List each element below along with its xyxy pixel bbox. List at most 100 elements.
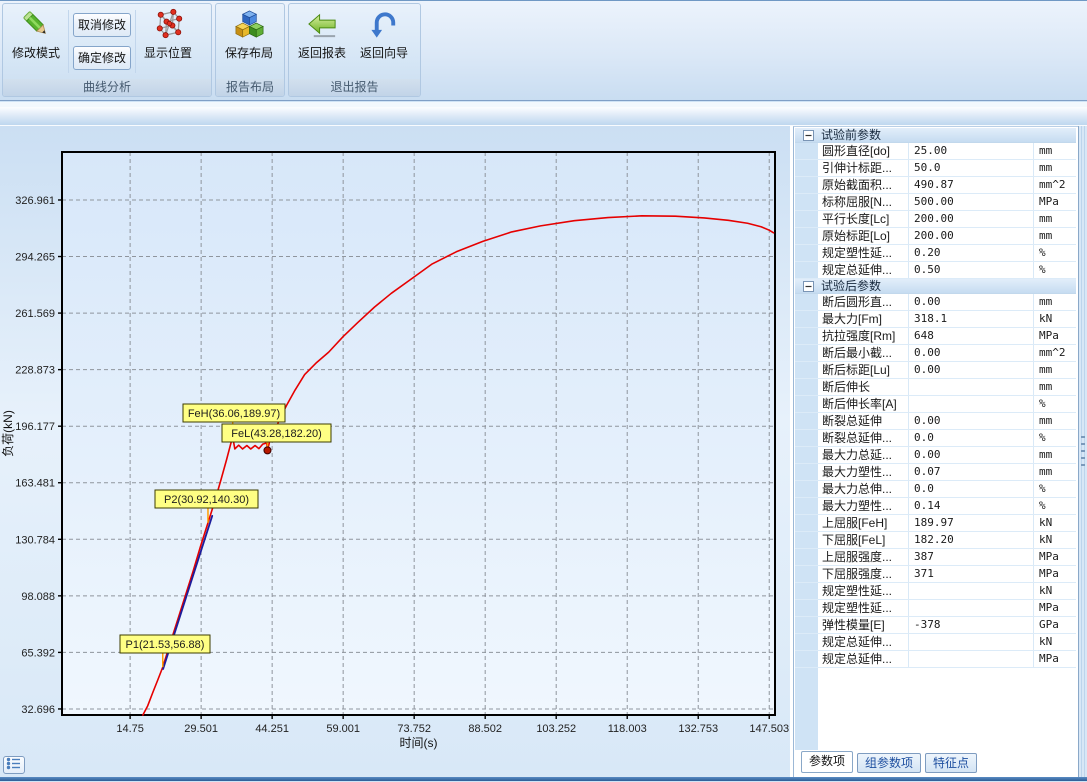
x-tick-label: 103.252 xyxy=(536,723,576,735)
param-label: 下屈服强度... xyxy=(819,566,909,582)
y-tick-label: 130.784 xyxy=(15,534,55,546)
param-label: 圆形直径[do] xyxy=(819,143,909,159)
param-row[interactable]: 规定总延伸...MPa xyxy=(795,651,1076,668)
param-value: 0.0 xyxy=(909,481,1034,497)
param-label: 最大力总伸... xyxy=(819,481,909,497)
param-unit: MPa xyxy=(1034,194,1076,210)
param-row[interactable]: 平行长度[Lc]200.00mm xyxy=(795,211,1076,228)
cancel-modify-button[interactable]: 取消修改 xyxy=(73,13,131,37)
param-gutter xyxy=(795,194,819,210)
param-row[interactable]: 上屈服[FeH]189.97kN xyxy=(795,515,1076,532)
param-unit: mm xyxy=(1034,464,1076,480)
param-gutter xyxy=(795,447,819,463)
param-unit: mm xyxy=(1034,211,1076,227)
param-label: 最大力塑性... xyxy=(819,464,909,480)
x-tick-label: 88.502 xyxy=(468,723,502,735)
param-value: 0.00 xyxy=(909,294,1034,310)
param-unit: mm xyxy=(1034,413,1076,429)
right-splitter[interactable] xyxy=(1078,126,1087,777)
param-row[interactable]: 最大力[Fm]318.1kN xyxy=(795,311,1076,328)
save-layout-button[interactable]: 保存布局 xyxy=(218,5,280,78)
param-row[interactable]: 下屈服强度...371MPa xyxy=(795,566,1076,583)
y-tick-label: 196.177 xyxy=(15,421,55,433)
ribbon-group-body: 保存布局 xyxy=(216,4,284,79)
param-value: 182.20 xyxy=(909,532,1034,548)
collapse-minus-icon[interactable] xyxy=(803,130,814,141)
modify-mode-button[interactable]: 修改模式 xyxy=(5,5,67,78)
param-row[interactable]: 断后圆形直...0.00mm xyxy=(795,294,1076,311)
y-tick-label: 326.961 xyxy=(15,195,55,207)
param-row[interactable]: 引伸计标距...50.0mm xyxy=(795,160,1076,177)
ribbon-group-report-layout: 保存布局 报告布局 xyxy=(215,3,285,97)
ribbon-toolbar: 修改模式 取消修改 确定修改 xyxy=(0,1,1087,101)
collapse-minus-icon[interactable] xyxy=(803,281,814,292)
param-row[interactable]: 上屈服强度...387MPa xyxy=(795,549,1076,566)
param-unit: kN xyxy=(1034,532,1076,548)
param-label: 规定塑性延... xyxy=(819,583,909,599)
param-unit: % xyxy=(1034,396,1076,412)
param-row[interactable]: 断后伸长mm xyxy=(795,379,1076,396)
param-value: 0.00 xyxy=(909,345,1034,361)
param-row[interactable]: 下屈服[FeL]182.20kN xyxy=(795,532,1076,549)
chart-panel: 32.69665.39298.088130.784163.481196.1772… xyxy=(0,126,790,777)
param-row[interactable]: 规定塑性延...kN xyxy=(795,583,1076,600)
panel-list-toggle-button[interactable] xyxy=(3,756,25,774)
param-row[interactable]: 规定塑性延...0.20% xyxy=(795,245,1076,262)
param-row[interactable]: 抗拉强度[Rm]648MPa xyxy=(795,328,1076,345)
param-gutter xyxy=(795,600,819,616)
y-tick-label: 163.481 xyxy=(15,478,55,490)
param-gutter xyxy=(795,515,819,531)
param-value: 0.20 xyxy=(909,245,1034,261)
param-unit: kN xyxy=(1034,515,1076,531)
param-row[interactable]: 最大力总延...0.00mm xyxy=(795,447,1076,464)
param-label: 上屈服强度... xyxy=(819,549,909,565)
param-unit: % xyxy=(1034,498,1076,514)
param-row[interactable]: 断后伸长率[A]% xyxy=(795,396,1076,413)
param-row[interactable]: 原始截面积...490.87mm^2 xyxy=(795,177,1076,194)
return-wizard-button[interactable]: 返回向导 xyxy=(353,5,415,78)
section-header[interactable]: 试验前参数 xyxy=(795,128,1076,143)
param-value: 500.00 xyxy=(909,194,1034,210)
modify-mode-label: 修改模式 xyxy=(12,44,60,61)
param-row[interactable]: 规定塑性延...MPa xyxy=(795,600,1076,617)
load-time-chart: 32.69665.39298.088130.784163.481196.1772… xyxy=(0,126,790,777)
param-row[interactable]: 最大力总伸...0.0% xyxy=(795,481,1076,498)
x-tick-label: 132.753 xyxy=(678,723,718,735)
param-gutter xyxy=(795,228,819,244)
param-row[interactable]: 圆形直径[do]25.00mm xyxy=(795,143,1076,160)
param-unit: % xyxy=(1034,481,1076,497)
param-gutter xyxy=(795,396,819,412)
param-row[interactable]: 弹性模量[E]-378GPa xyxy=(795,617,1076,634)
return-report-button[interactable]: 返回报表 xyxy=(291,5,353,78)
param-value: 0.14 xyxy=(909,498,1034,514)
param-unit: mm^2 xyxy=(1034,345,1076,361)
param-row[interactable]: 规定总延伸...kN xyxy=(795,634,1076,651)
tab-parameter-items[interactable]: 参数项 xyxy=(801,751,853,773)
param-row[interactable]: 原始标距[Lo]200.00mm xyxy=(795,228,1076,245)
param-row[interactable]: 最大力塑性...0.14% xyxy=(795,498,1076,515)
y-tick-label: 65.392 xyxy=(21,647,55,659)
tab-group-parameter-items[interactable]: 组参数项 xyxy=(857,753,921,773)
param-label: 平行长度[Lc] xyxy=(819,211,909,227)
param-row[interactable]: 最大力塑性...0.07mm xyxy=(795,464,1076,481)
param-row[interactable]: 规定总延伸...0.50% xyxy=(795,262,1076,279)
param-value xyxy=(909,583,1034,599)
param-row[interactable]: 断后标距[Lu]0.00mm xyxy=(795,362,1076,379)
parameter-panel: 试验前参数圆形直径[do]25.00mm引伸计标距...50.0mm原始截面积.… xyxy=(793,126,1078,777)
tab-feature-points[interactable]: 特征点 xyxy=(925,753,977,773)
param-row[interactable]: 标称屈服[N...500.00MPa xyxy=(795,194,1076,211)
param-row[interactable]: 断裂总延伸...0.0% xyxy=(795,430,1076,447)
param-row[interactable]: 断裂总延伸0.00mm xyxy=(795,413,1076,430)
param-unit: mm xyxy=(1034,160,1076,176)
section-header[interactable]: 试验后参数 xyxy=(795,279,1076,294)
param-unit: % xyxy=(1034,430,1076,446)
confirm-modify-button[interactable]: 确定修改 xyxy=(73,46,131,70)
show-position-button[interactable]: 显示位置 xyxy=(137,5,199,78)
param-value: 490.87 xyxy=(909,177,1034,193)
param-unit: MPa xyxy=(1034,600,1076,616)
section-title: 试验后参数 xyxy=(821,279,881,293)
param-row[interactable]: 断后最小截...0.00mm^2 xyxy=(795,345,1076,362)
section-title: 试验前参数 xyxy=(821,128,881,142)
save-layout-label: 保存布局 xyxy=(225,44,273,61)
param-unit: mm xyxy=(1034,447,1076,463)
